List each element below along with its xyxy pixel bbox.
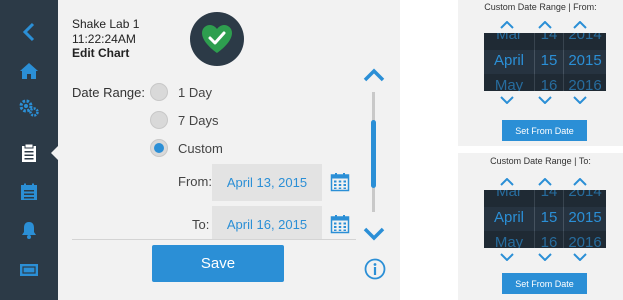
calendar-list-icon (21, 183, 37, 200)
month-up-arrow-icon[interactable] (500, 21, 514, 29)
set-from-date-button[interactable]: Set From Date (502, 120, 587, 141)
month-down-arrow-icon[interactable] (500, 253, 514, 261)
wheel-fade (484, 231, 606, 248)
picker-title: Custom Date Range | From: (484, 2, 597, 12)
page-title: Edit Chart (72, 46, 130, 60)
wheel-fade (484, 74, 606, 91)
wheel-fade (484, 33, 606, 50)
active-indicator (51, 146, 58, 160)
radio-label: 7 Days (178, 112, 219, 128)
day-down-arrow-icon[interactable] (538, 253, 552, 261)
wheel-value-selected: 15 (540, 209, 558, 226)
radio-7-days[interactable]: 7 Days (150, 111, 218, 129)
scroll-down-chevron-icon[interactable] (362, 225, 386, 243)
bell-icon (22, 222, 36, 239)
year-down-arrow-icon[interactable] (573, 253, 587, 261)
wheel-value-selected: April (493, 52, 524, 69)
sidebar-item-logs[interactable] (0, 253, 58, 287)
wheel-fade (484, 190, 606, 207)
year-up-arrow-icon[interactable] (573, 178, 587, 186)
from-calendar-icon[interactable] (330, 172, 350, 192)
radio-button-selected[interactable] (150, 139, 168, 157)
year-up-arrow-icon[interactable] (573, 21, 587, 29)
year-down-arrow-icon[interactable] (573, 96, 587, 104)
radio-selected-dot (154, 143, 164, 153)
radio-label: 1 Day (178, 84, 212, 100)
picker-title: Custom Date Range | To: (490, 156, 591, 166)
home-icon (20, 63, 38, 79)
day-up-arrow-icon[interactable] (538, 178, 552, 186)
day-down-arrow-icon[interactable] (538, 96, 552, 104)
set-to-date-button[interactable]: Set From Date (502, 273, 587, 294)
radio-button[interactable] (150, 83, 168, 101)
sidebar-item-home[interactable] (0, 54, 58, 88)
day-up-arrow-icon[interactable] (538, 21, 552, 29)
back-chevron-icon (22, 22, 35, 42)
clipboard-icon (22, 143, 36, 162)
sidebar-item-alarms[interactable] (0, 213, 58, 247)
settings-gears-icon (19, 99, 39, 117)
month-up-arrow-icon[interactable] (500, 178, 514, 186)
to-date-picker: Custom Date Range | To: Mar April May 14… (458, 153, 623, 300)
wheel-value-selected: 2015 (568, 52, 602, 69)
scrollbar-thumb[interactable] (371, 120, 376, 188)
wheel-value-selected: 2015 (568, 209, 602, 226)
date-wheel[interactable]: Mar April May 14 15 16 2014 2015 2016 (484, 33, 606, 91)
settings-scroll-area[interactable]: Date Range: 1 Day 7 Days Custom From: Ap… (58, 75, 370, 239)
info-icon[interactable] (364, 258, 386, 280)
to-label: To: (192, 217, 210, 232)
status-badge (190, 12, 244, 66)
wheel-value-selected: April (493, 209, 524, 226)
to-date-field[interactable]: April 16, 2015 (212, 206, 322, 239)
divider (72, 239, 356, 240)
device-name: Shake Lab 1 (72, 17, 140, 31)
scroll-up-chevron-icon[interactable] (362, 66, 386, 84)
sidebar-item-settings[interactable] (0, 91, 58, 125)
month-down-arrow-icon[interactable] (500, 96, 514, 104)
back-button[interactable] (0, 15, 58, 49)
ticket-icon (20, 264, 38, 276)
save-button[interactable]: Save (152, 245, 284, 282)
radio-1-day[interactable]: 1 Day (150, 83, 212, 101)
to-calendar-icon[interactable] (330, 214, 350, 234)
from-date-field[interactable]: April 13, 2015 (212, 164, 322, 201)
date-range-label: Date Range: (72, 85, 145, 100)
from-label: From: (178, 174, 212, 189)
current-time: 11:22:24AM (72, 32, 136, 46)
radio-custom[interactable]: Custom (150, 139, 223, 157)
sidebar-item-schedule[interactable] (0, 175, 58, 209)
edit-chart-panel: Shake Lab 1 11:22:24AM Edit Chart Date R… (58, 0, 400, 300)
heart-check-icon (202, 25, 232, 53)
from-date-picker: Custom Date Range | From: Mar April May … (458, 0, 623, 146)
sidebar-item-charts[interactable] (0, 136, 58, 170)
radio-label: Custom (178, 140, 223, 156)
wheel-value-selected: 15 (540, 52, 558, 69)
radio-button[interactable] (150, 111, 168, 129)
date-wheel[interactable]: Mar April May 14 15 16 2014 2015 2016 (484, 190, 606, 248)
sidebar-nav (0, 0, 58, 300)
